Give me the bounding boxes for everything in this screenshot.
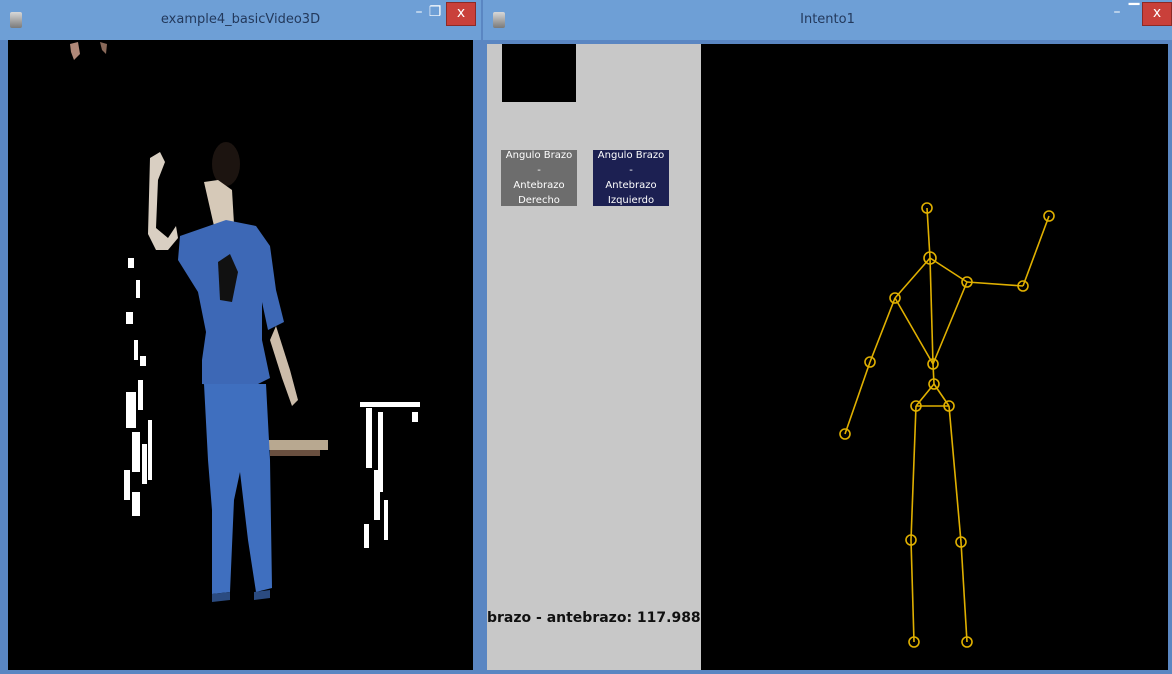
- left-arm-angle-button[interactable]: Angulo Brazo - Antebrazo Izquierdo: [593, 150, 669, 206]
- video-window-titlebar[interactable]: example4_basicVideo3D – ❐ x: [0, 0, 481, 40]
- right-arm-angle-button[interactable]: Angulo Brazo - Antebrazo Derecho: [501, 150, 577, 206]
- video-preview: [502, 44, 576, 102]
- angle-readout: brazo - antebrazo: 117.988014: [487, 610, 730, 626]
- close-button[interactable]: x: [1142, 2, 1172, 26]
- control-panel: Angulo Brazo - Antebrazo Derecho Angulo …: [487, 44, 730, 670]
- skeleton-figure: [839, 202, 1055, 648]
- depth-video-frame: [8, 40, 473, 670]
- skeleton-window-client: Angulo Brazo - Antebrazo Derecho Angulo …: [487, 44, 1168, 670]
- skeleton-canvas: [701, 44, 1168, 670]
- depth-video-view: [8, 40, 473, 670]
- skeleton-app-window: Intento1 – ▔ x Angulo Brazo - Antebrazo …: [483, 0, 1172, 670]
- video-window: example4_basicVideo3D – ❐ x: [0, 0, 481, 670]
- skeleton-window-titlebar[interactable]: Intento1 – ▔ x: [483, 0, 1172, 40]
- skeleton-window-title: Intento1: [800, 12, 855, 27]
- close-button[interactable]: x: [446, 2, 476, 26]
- restore-button[interactable]: ❐: [424, 2, 446, 26]
